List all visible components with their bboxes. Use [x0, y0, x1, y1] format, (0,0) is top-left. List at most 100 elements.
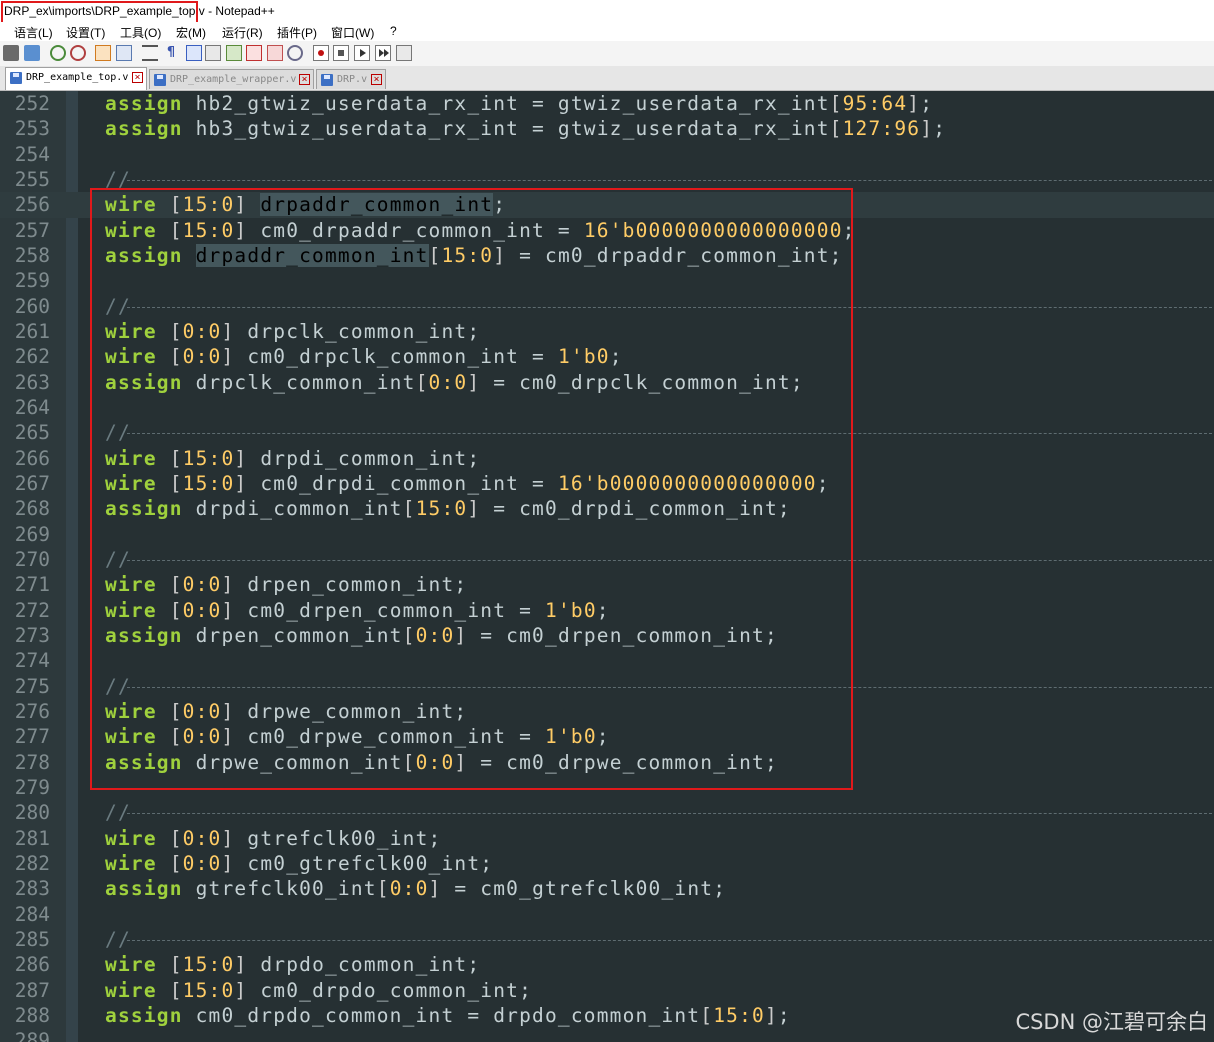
code-token: ]	[907, 92, 921, 115]
code-text[interactable]: wire [15:0] drpdo_common_int;	[105, 952, 480, 977]
code-line[interactable]: 285//	[0, 927, 1214, 952]
code-token: gtrefclk00_int;	[234, 826, 442, 850]
comment-divider	[127, 813, 1212, 815]
menu-run[interactable]: 运行(R)	[222, 24, 263, 41]
menu-tools[interactable]: 工具(O)	[120, 24, 161, 41]
tab-drp-example-wrapper[interactable]: DRP_example_wrapper.v ×	[149, 69, 314, 89]
doc-map-icon[interactable]	[226, 45, 242, 61]
show-all-chars-icon[interactable]: ¶	[163, 45, 179, 61]
word-wrap-icon[interactable]	[142, 45, 158, 61]
code-text[interactable]: assign gtrefclk00_int[0:0] = cm0_gtrefcl…	[105, 876, 726, 901]
code-line[interactable]: 282 wire [0:0] cm0_gtrefclk00_int;	[0, 851, 1214, 876]
code-text[interactable]: wire [15:0] cm0_drpdo_common_int;	[105, 978, 532, 1003]
line-number: 289	[14, 1029, 50, 1042]
line-number: 252	[14, 92, 50, 115]
line-number: 277	[14, 725, 50, 749]
line-number: 255	[14, 167, 50, 191]
udl-icon[interactable]	[205, 45, 221, 61]
code-token: ]	[234, 953, 248, 977]
code-token: [	[829, 117, 843, 141]
toolbar: ¶	[0, 41, 1214, 66]
line-number: 287	[14, 978, 50, 1002]
stop-macro-icon[interactable]	[333, 45, 349, 61]
tab-drp-example-top[interactable]: DRP_example_top.v ×	[5, 67, 147, 90]
code-text[interactable]: wire [0:0] gtrefclk00_int;	[105, 826, 441, 851]
code-line[interactable]: 252 assign hb2_gtwiz_userdata_rx_int = gt…	[0, 91, 1214, 116]
menu-settings[interactable]: 设置(T)	[66, 24, 105, 41]
code-token: ;	[777, 1003, 791, 1027]
code-text[interactable]: assign hb3_gtwiz_userdata_rx_int = gtwiz…	[105, 116, 946, 141]
code-token: assign	[105, 92, 183, 115]
line-number: 270	[14, 547, 50, 571]
line-number: 275	[14, 674, 50, 698]
line-number: 278	[14, 750, 50, 774]
code-token: gtrefclk00_int	[182, 877, 377, 901]
save-macro-icon[interactable]	[396, 45, 412, 61]
run-macro-multiple-icon[interactable]	[375, 45, 391, 61]
line-number: 264	[14, 395, 50, 419]
sync-h-icon[interactable]	[116, 45, 132, 61]
tab-drp[interactable]: DRP.v ×	[316, 69, 386, 89]
code-text[interactable]: assign hb2_gtwiz_userdata_rx_int = gtwiz…	[105, 91, 933, 116]
comment-divider	[127, 179, 1212, 181]
code-line[interactable]: 253 assign hb3_gtwiz_userdata_rx_int = gt…	[0, 116, 1214, 141]
watermark: CSDN @江碧可余白	[1015, 1010, 1208, 1034]
code-line[interactable]: 284	[0, 902, 1214, 927]
code-line[interactable]: 254	[0, 142, 1214, 167]
code-text[interactable]: wire [0:0] cm0_gtrefclk00_int;	[105, 851, 493, 876]
code-token: hb2_gtwiz_userdata_rx_int = gtwiz_userda…	[182, 92, 830, 115]
code-token: 0:0	[182, 826, 222, 850]
code-token: wire	[105, 826, 157, 850]
code-token: hb3_gtwiz_userdata_rx_int = gtwiz_userda…	[182, 117, 830, 141]
find-icon[interactable]	[3, 45, 19, 61]
code-token: 95:64	[842, 92, 908, 115]
code-token: ]	[428, 877, 442, 901]
line-number: 282	[14, 851, 50, 875]
line-number: 271	[14, 573, 50, 597]
close-icon[interactable]: ×	[132, 72, 143, 83]
saved-file-icon	[154, 74, 166, 86]
replace-icon[interactable]	[24, 45, 40, 61]
code-token: cm0_drpdo_common_int;	[247, 978, 533, 1002]
line-number: 273	[14, 623, 50, 647]
close-icon[interactable]: ×	[371, 74, 382, 85]
line-number: 263	[14, 370, 50, 394]
line-number: 262	[14, 345, 50, 369]
code-token: cm0_gtrefclk00_int;	[234, 851, 494, 875]
menu-plugins[interactable]: 插件(P)	[277, 24, 317, 41]
code-token: ]	[920, 117, 934, 141]
menu-help[interactable]: ?	[390, 24, 397, 38]
line-number: 256	[14, 193, 50, 217]
function-list-icon[interactable]	[246, 45, 262, 61]
zoom-out-icon[interactable]	[70, 45, 86, 61]
code-token: assign	[105, 117, 183, 141]
sync-v-icon[interactable]	[95, 45, 111, 61]
line-number: 261	[14, 319, 50, 343]
menu-window[interactable]: 窗口(W)	[331, 24, 374, 41]
folder-workspace-icon[interactable]	[267, 45, 283, 61]
zoom-in-icon[interactable]	[50, 45, 66, 61]
code-line[interactable]: 286 wire [15:0] drpdo_common_int;	[0, 952, 1214, 977]
comment-divider	[127, 939, 1212, 941]
code-token: [	[700, 1003, 714, 1027]
play-macro-icon[interactable]	[354, 45, 370, 61]
code-line[interactable]: 287 wire [15:0] cm0_drpdo_common_int;	[0, 978, 1214, 1003]
code-line[interactable]: 280//	[0, 800, 1214, 825]
tab-label: DRP_example_top.v	[26, 72, 129, 83]
code-line[interactable]: 281 wire [0:0] gtrefclk00_int;	[0, 826, 1214, 851]
indent-guide-icon[interactable]	[186, 45, 202, 61]
code-token: drpdo_common_int;	[247, 953, 481, 977]
menu-language[interactable]: 语言(L)	[14, 24, 53, 41]
monitoring-icon[interactable]	[287, 45, 303, 61]
menu-macro[interactable]: 宏(M)	[176, 24, 206, 41]
code-token: [	[156, 953, 183, 977]
code-token: ]	[221, 851, 235, 875]
record-macro-icon[interactable]	[313, 45, 329, 61]
code-line[interactable]: 283 assign gtrefclk00_int[0:0] = cm0_gtre…	[0, 876, 1214, 901]
line-number: 269	[14, 522, 50, 546]
saved-file-icon	[321, 74, 333, 86]
close-icon[interactable]: ×	[299, 74, 310, 85]
code-text[interactable]: assign cm0_drpdo_common_int = drpdo_comm…	[105, 1003, 791, 1028]
line-number: 258	[14, 243, 50, 267]
code-token: ]	[221, 826, 235, 850]
